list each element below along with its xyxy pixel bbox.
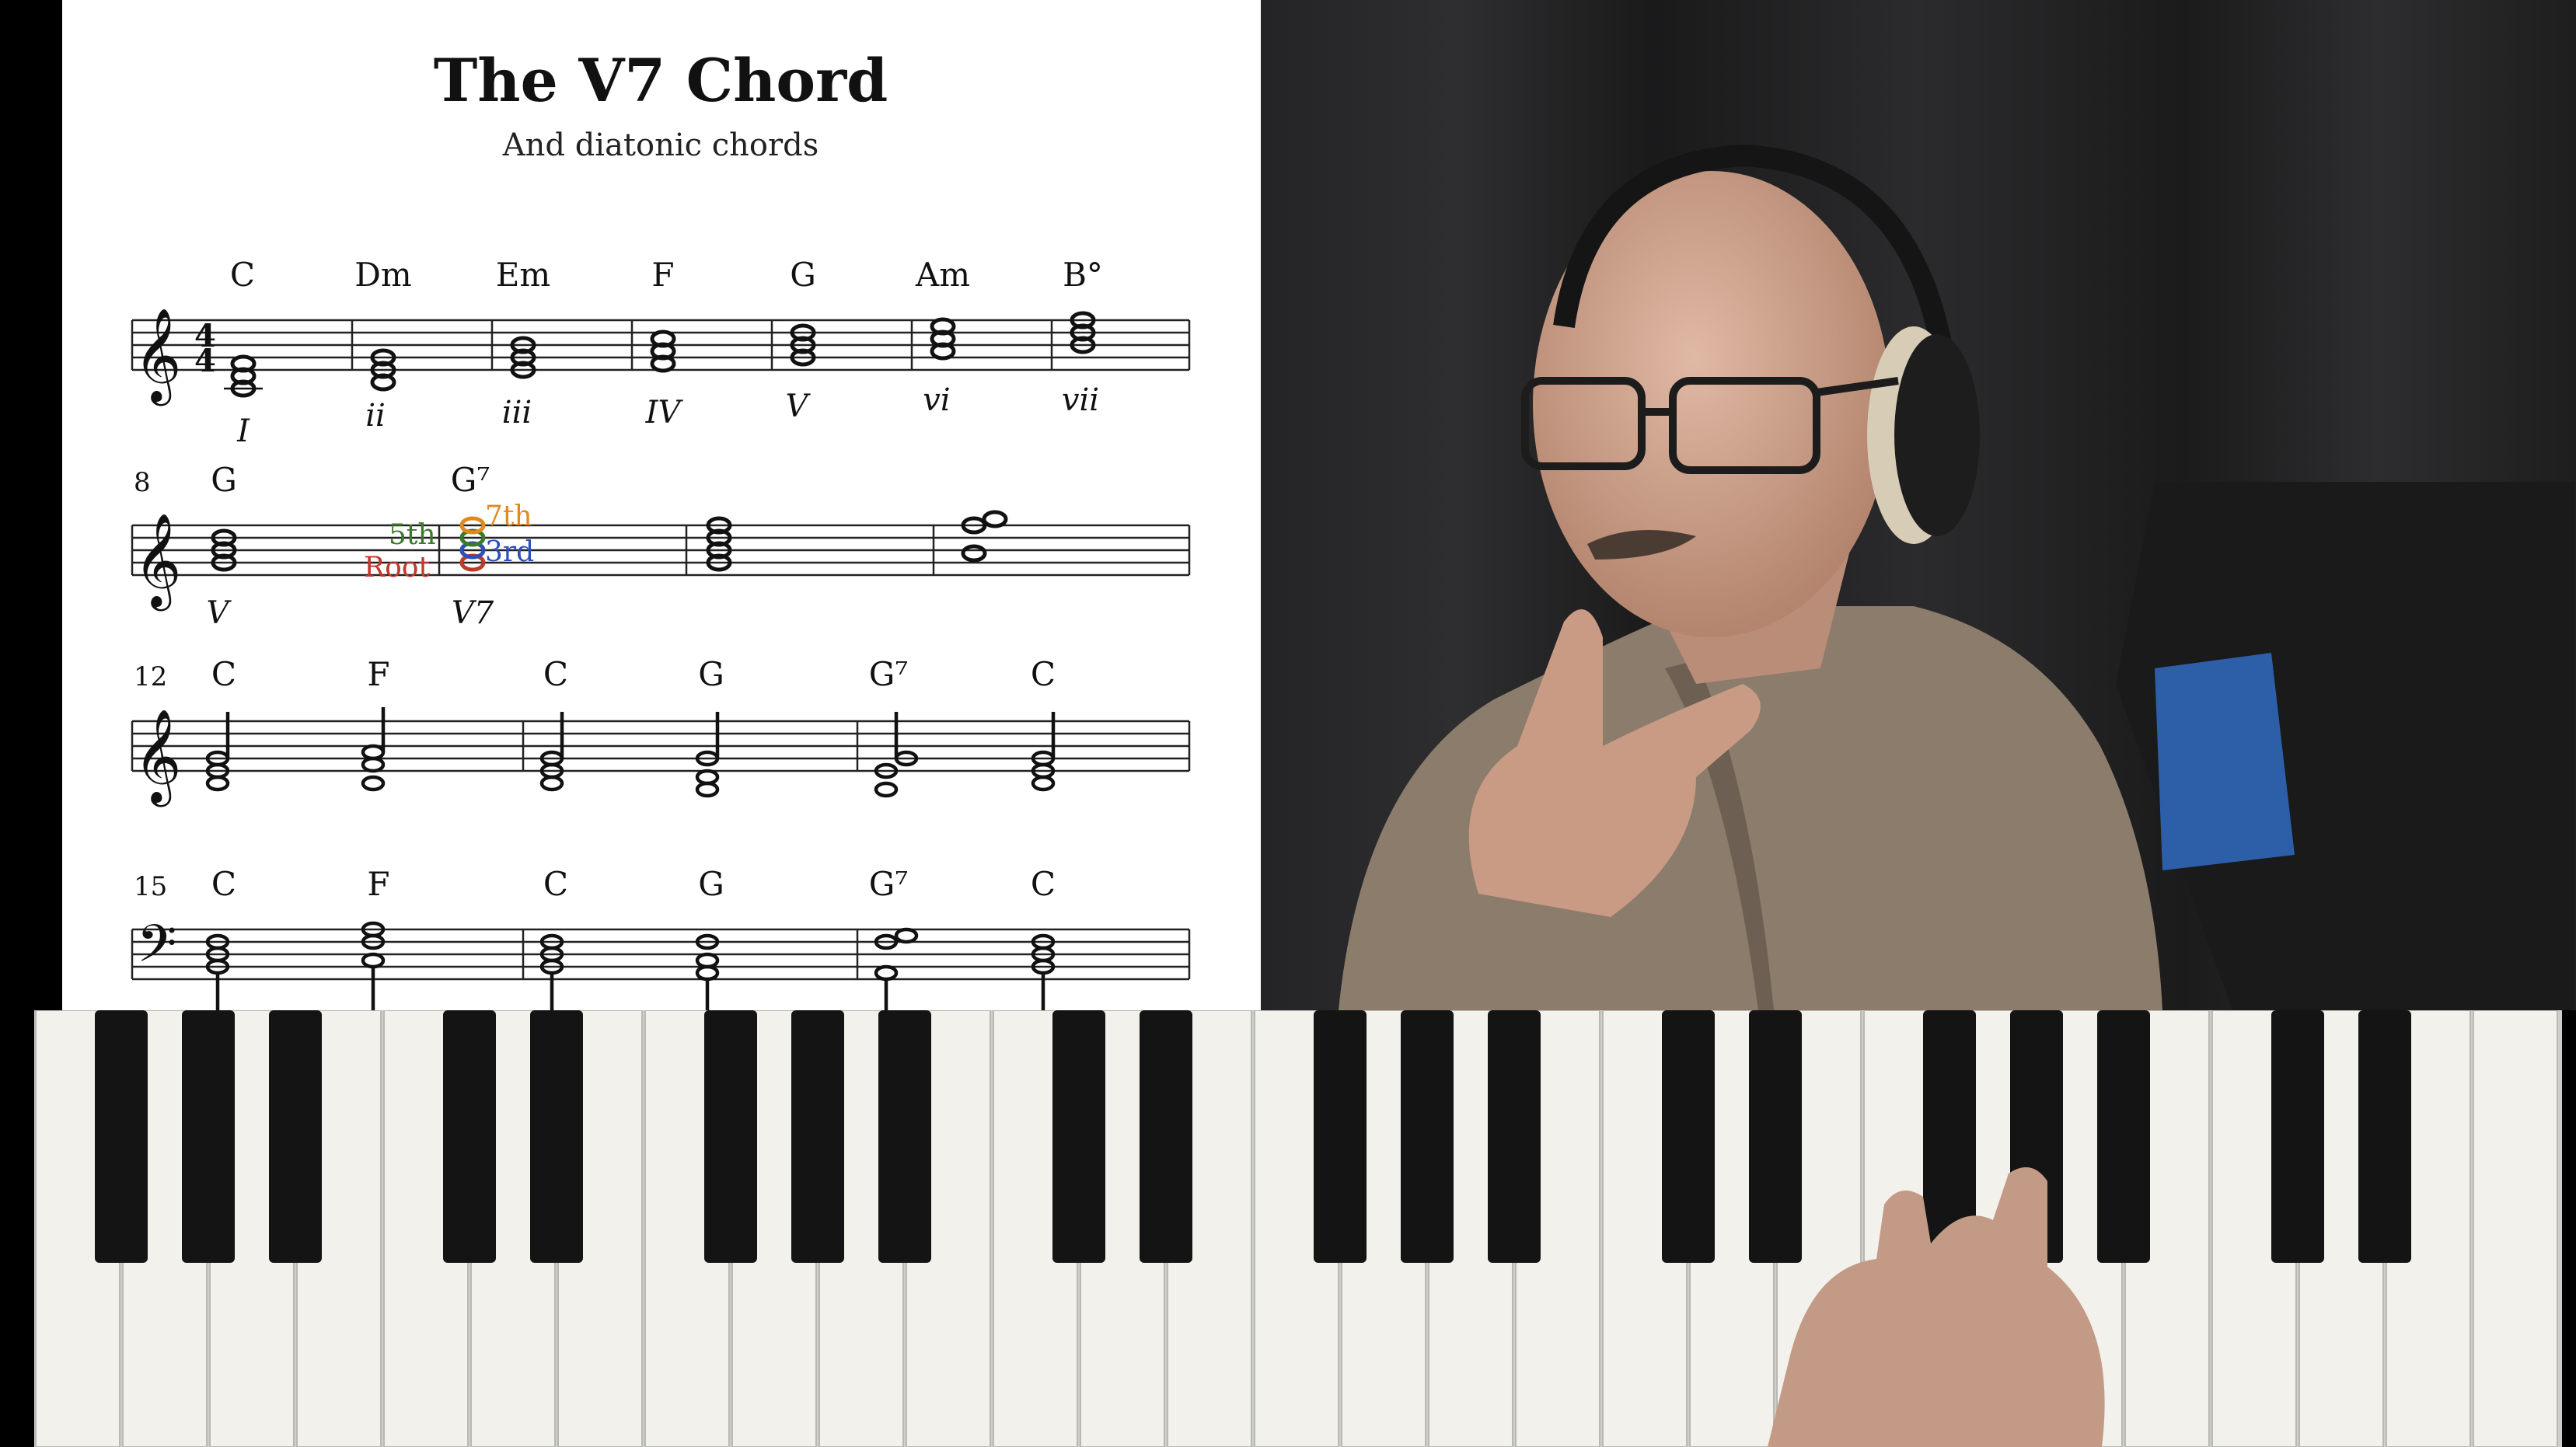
annotation-seventh: 7th (485, 500, 532, 532)
chord-symbol: G⁷ (451, 461, 490, 499)
black-key (182, 1010, 235, 1263)
time-signature-bottom: 4 (194, 343, 216, 379)
webcam-video-panel (1261, 0, 2576, 1010)
black-key (1314, 1010, 1367, 1263)
chord-symbol: G⁷ (869, 865, 908, 903)
black-key (1662, 1010, 1715, 1263)
black-key (2097, 1010, 2150, 1263)
measure-number: 8 (134, 467, 151, 498)
staff-system-3 (131, 720, 1191, 772)
black-key (2271, 1010, 2324, 1263)
black-key (1140, 1010, 1192, 1263)
chord-symbol: Em (496, 256, 551, 294)
roman-numeral: iii (502, 395, 532, 431)
black-key (1749, 1010, 1802, 1263)
black-key (704, 1010, 757, 1263)
chord-symbol: C (543, 865, 568, 903)
chord-symbol: G (211, 461, 237, 499)
white-keys (35, 1010, 2558, 1447)
piano-keyboard-icon (34, 1010, 2562, 1447)
treble-clef-1: 𝄞 (134, 307, 181, 406)
chord-symbols-4: C F C G G⁷ C (211, 865, 1056, 903)
chord-symbol: C (543, 655, 568, 693)
score-title: The V7 Chord (434, 46, 888, 115)
black-key (2358, 1010, 2411, 1263)
chord-symbol: C (211, 865, 236, 903)
measure-number: 12 (134, 661, 167, 692)
black-key (1488, 1010, 1541, 1263)
measure-number: 15 (134, 871, 167, 902)
notes-system-1 (224, 311, 1096, 398)
roman-numeral: I (236, 413, 250, 449)
roman-numeral: V (786, 389, 812, 424)
black-key (1052, 1010, 1105, 1263)
treble-clef-2: 𝄞 (134, 512, 181, 611)
annotation-fifth: 5th (389, 519, 436, 551)
chord-symbol: B° (1063, 256, 1103, 294)
chord-symbols-1: C Dm Em F G Am B° (230, 256, 1103, 294)
person-with-headphones-icon (1261, 0, 2576, 1010)
notes-system-2 (211, 510, 1008, 572)
score-subtitle: And diatonic chords (502, 127, 819, 163)
chord-symbol: C (1031, 655, 1056, 693)
chord-symbol: G⁷ (869, 655, 908, 693)
annotation-root: Root (364, 552, 430, 584)
roman-numeral: V (207, 595, 232, 631)
black-key (878, 1010, 931, 1263)
chord-symbol: G (698, 655, 724, 693)
piano-keyboard (34, 1010, 2562, 1447)
chord-symbol: F (651, 256, 674, 294)
chord-symbol: C (211, 655, 236, 693)
bass-clef: 𝄢 (137, 914, 176, 986)
annotation-third: 3rd (485, 536, 534, 568)
sheet-music-panel: The V7 Chord And diatonic chords 𝄞 4 4 C… (62, 0, 1261, 1010)
treble-clef-3: 𝄞 (134, 708, 181, 807)
staff-system-2 (131, 524, 1191, 577)
roman-numeral: vi (923, 382, 950, 418)
roman-numeral: ii (365, 398, 386, 434)
black-key (791, 1010, 844, 1263)
white-key (2473, 1010, 2558, 1447)
black-key (443, 1010, 496, 1263)
black-key (269, 1010, 322, 1263)
black-key (1401, 1010, 1454, 1263)
black-key (95, 1010, 148, 1263)
staff-system-4 (131, 928, 1191, 981)
chord-symbol: C (1031, 865, 1056, 903)
chord-symbol: G (790, 256, 816, 294)
chord-symbol: C (230, 256, 255, 294)
chord-symbol: F (367, 655, 389, 693)
black-key (530, 1010, 583, 1263)
roman-numerals-1: I ii iii IV V vi vii (236, 382, 1099, 449)
roman-numeral: V7 (452, 595, 494, 631)
roman-numeral: IV (645, 395, 684, 431)
sheet-music: The V7 Chord And diatonic chords 𝄞 4 4 C… (131, 46, 1191, 1010)
chord-symbol: Am (915, 256, 970, 294)
chord-symbol: Dm (354, 256, 412, 294)
chord-symbol: F (367, 865, 389, 903)
roman-numeral: vii (1062, 382, 1099, 418)
chord-symbols-3: C F C G G⁷ C (211, 655, 1056, 693)
chord-symbol: G (698, 865, 724, 903)
